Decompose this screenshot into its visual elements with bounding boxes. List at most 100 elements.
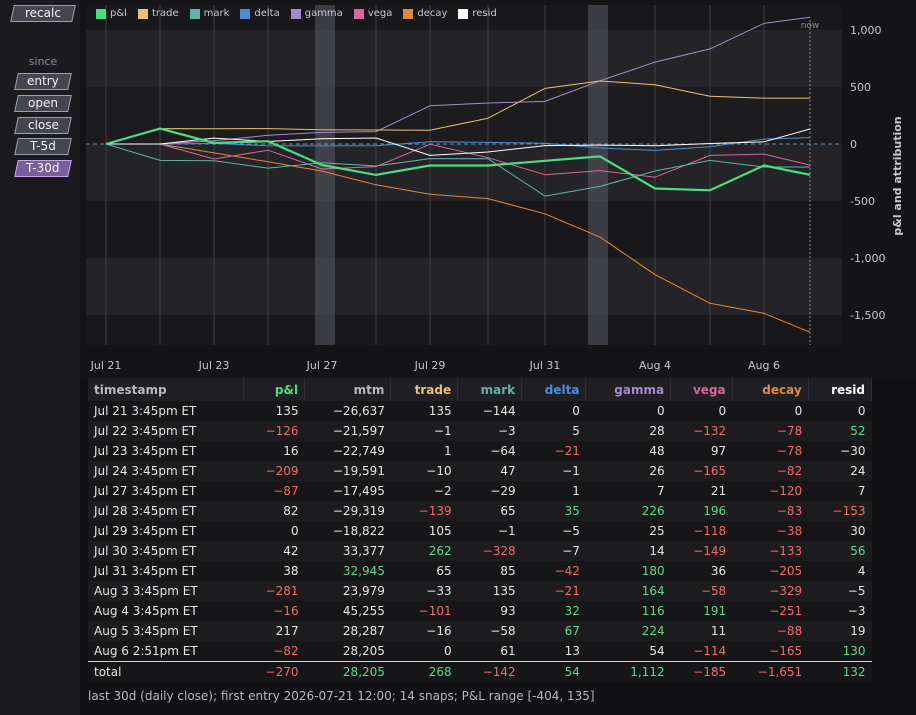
table-cell: 0: [808, 401, 872, 421]
legend-item-mark[interactable]: mark: [189, 8, 229, 19]
since-close-label: close: [27, 118, 59, 132]
table-cell: 54: [585, 641, 671, 662]
since-open-button[interactable]: open: [14, 95, 72, 112]
y-tick-label: -1,500: [850, 309, 885, 322]
total-cell: −270: [243, 661, 305, 682]
table-cell: −165: [732, 641, 809, 662]
table-cell: Aug 6 2:51pm ET: [88, 641, 244, 662]
table-row[interactable]: Jul 22 3:45pm ET −126 −21,597 −1 −3 5 28 −132 −7…: [88, 421, 872, 441]
table-cell: 93: [457, 601, 522, 621]
table-row[interactable]: Jul 31 3:45pm ET 38 32,945 65 85 −42 180 36 −205…: [88, 561, 872, 581]
table-cell: 0: [243, 521, 305, 541]
table-cell: 65: [390, 561, 458, 581]
table-cell: 48: [585, 441, 671, 461]
attribution-chart[interactable]: now 1,000 500 0 -500 -1,000 -1,500 Jul 21 Jul 23…: [80, 0, 916, 378]
table-cell: −144: [457, 401, 522, 421]
legend-item-delta[interactable]: delta: [240, 8, 280, 19]
table-cell: 5: [521, 421, 586, 441]
column-header-7[interactable]: vega: [670, 378, 733, 401]
table-cell: 36: [670, 561, 733, 581]
table-cell: −82: [732, 461, 809, 481]
x-tick-label: Jul 29: [414, 359, 446, 372]
table-cell: 32,945: [304, 561, 391, 581]
legend-item-resid[interactable]: resid: [458, 8, 497, 19]
recalc-button-label: recalc: [25, 6, 61, 20]
attribution-chart-svg[interactable]: now 1,000 500 0 -500 -1,000 -1,500 Jul 21 Jul 23…: [80, 0, 916, 378]
table-cell: Aug 5 3:45pm ET: [88, 621, 244, 641]
table-row[interactable]: Jul 29 3:45pm ET 0 −18,822 105 −1 −5 25 −118 −38…: [88, 521, 872, 541]
table-header-row: timestamp p&l mtm trade mark delta gamma vega de…: [88, 378, 873, 401]
column-header-3[interactable]: trade: [390, 378, 459, 401]
column-header-9[interactable]: resid: [808, 378, 873, 401]
legend-label: vega: [367, 8, 393, 19]
table-cell: Jul 21 3:45pm ET: [88, 401, 244, 421]
legend-item-trade[interactable]: trade: [137, 8, 179, 19]
column-header-5[interactable]: delta: [521, 378, 587, 401]
table-cell: −7: [521, 541, 586, 561]
table-cell: 0: [521, 401, 586, 421]
table-cell: 164: [585, 581, 671, 601]
table-row[interactable]: Jul 28 3:45pm ET 82 −29,319 −139 65 35 226 196−…: [88, 501, 872, 521]
table-row[interactable]: Jul 23 3:45pm ET 16 −22,749 1 −64 −21 48 97 −78−…: [88, 441, 872, 461]
column-header-6[interactable]: gamma: [585, 378, 672, 401]
total-cell: total: [88, 661, 244, 682]
legend-label: trade: [151, 8, 179, 19]
since-t5d-button[interactable]: T-5d: [14, 138, 72, 155]
since-entry-button[interactable]: entry: [14, 73, 72, 90]
table-cell: −114: [670, 641, 733, 662]
since-t30d-label: T-30d: [26, 161, 60, 175]
table-cell: −83: [732, 501, 809, 521]
table-cell: 217: [243, 621, 305, 641]
table-row[interactable]: Aug 4 3:45pm ET −16 45,255 −101 93 32 116 191 −2…: [88, 601, 872, 621]
column-header-4[interactable]: mark: [457, 378, 523, 401]
table-row[interactable]: Aug 5 3:45pm ET 217 28,287 −16 −58 67 224 11 −88…: [88, 621, 872, 641]
table-cell: 224: [585, 621, 671, 641]
table-cell: 180: [585, 561, 671, 581]
table-cell: −16: [243, 601, 305, 621]
table-cell: −5: [521, 521, 586, 541]
legend-item-gamma[interactable]: gamma: [290, 8, 343, 19]
table-cell: 32: [521, 601, 586, 621]
legend-item-decay[interactable]: decay: [403, 8, 447, 19]
table-row[interactable]: Jul 30 3:45pm ET 42 33,377 262 −328 −7 14 −149−…: [88, 541, 872, 561]
legend-swatch: [353, 8, 364, 19]
total-cell: 132: [808, 661, 872, 682]
table-cell: −5: [808, 581, 872, 601]
weekend-highlight: [588, 5, 608, 345]
table-row[interactable]: Jul 27 3:45pm ET −87 −17,495 −2 −29 1 7 21 −120 7: [88, 481, 872, 501]
table-cell: −3: [457, 421, 522, 441]
table-cell: 85: [457, 561, 522, 581]
table-row[interactable]: Aug 6 2:51pm ET −82 28,205 0 61 13 54 −114 −165 1…: [88, 641, 872, 662]
column-header-2[interactable]: mtm: [304, 378, 392, 401]
table-cell: −26,637: [304, 401, 391, 421]
table-cell: Jul 22 3:45pm ET: [88, 421, 244, 441]
legend-item-vega[interactable]: vega: [353, 8, 393, 19]
table-cell: −101: [390, 601, 458, 621]
table-cell: 135: [457, 581, 522, 601]
total-cell: −142: [457, 661, 522, 682]
table-row[interactable]: Jul 24 3:45pm ET −209 −19,591 −10 47 −1 26 −165…: [88, 461, 872, 481]
table-row[interactable]: Aug 3 3:45pm ET −281 23,979 −33 135 −21 164 −58…: [88, 581, 872, 601]
legend-swatch: [96, 8, 106, 19]
since-t5d-label: T-5d: [30, 139, 56, 153]
column-header-0[interactable]: timestamp: [88, 378, 245, 401]
plot-band: [86, 201, 842, 258]
table-cell: 23,979: [304, 581, 391, 601]
since-close-button[interactable]: close: [14, 117, 72, 134]
column-header-1[interactable]: p&l: [243, 378, 306, 401]
since-label: since: [28, 55, 58, 68]
recalc-button[interactable]: recalc: [10, 5, 76, 22]
column-header-8[interactable]: decay: [732, 378, 809, 401]
total-cell: 28,205: [304, 661, 391, 682]
legend-swatch: [189, 8, 200, 19]
table-cell: −1: [390, 421, 458, 441]
since-t30d-button[interactable]: T-30d: [14, 160, 72, 177]
legend-item-pnl[interactable]: p&l: [96, 8, 127, 19]
table-cell: −30: [808, 441, 872, 461]
table-cell: 30: [808, 521, 872, 541]
table-cell: −17,495: [304, 481, 391, 501]
table-cell: 19: [808, 621, 872, 641]
total-cell: 54: [521, 661, 586, 682]
table-cell: Jul 31 3:45pm ET: [88, 561, 244, 581]
table-row[interactable]: Jul 21 3:45pm ET 135 −26,637 135 −144 0 0 0 0 0: [88, 401, 872, 421]
